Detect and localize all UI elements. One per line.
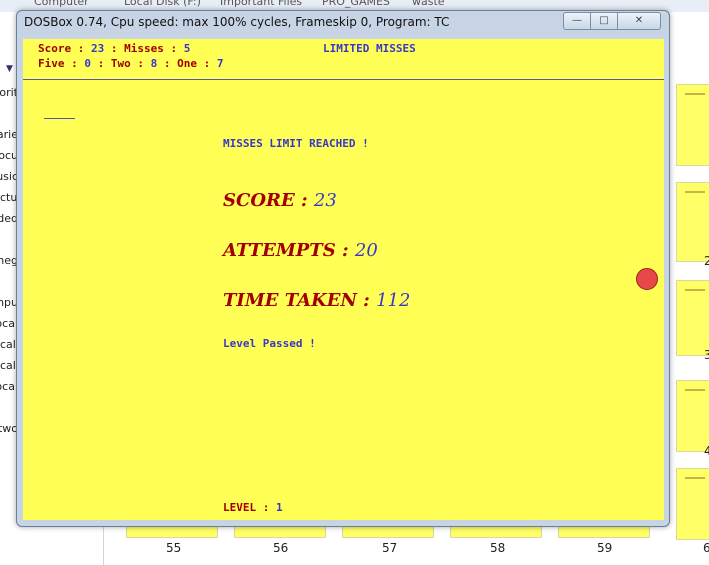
minimize-button[interactable]: —: [563, 12, 591, 30]
dosbox-window[interactable]: DOSBox 0.74, Cpu speed: max 100% cycles,…: [16, 10, 670, 527]
level-indicator: LEVEL : 1: [223, 501, 283, 514]
breadcrumb-item[interactable]: Important Files: [220, 0, 302, 8]
file-number: 58: [490, 541, 506, 555]
file-number: 59: [597, 541, 613, 555]
score-misses-line: Score : 23 : Misses : 5: [38, 42, 190, 55]
breadcrumb-item[interactable]: waste: [412, 0, 445, 8]
score-label: Score :: [38, 42, 91, 55]
misses-value: 5: [183, 42, 191, 55]
file-number: 55: [166, 541, 182, 555]
target-dot[interactable]: [636, 268, 658, 290]
mode-label: LIMITED MISSES: [323, 42, 416, 55]
breadcrumb-item[interactable]: PRO_GAMES: [322, 0, 390, 8]
file-number: 2: [704, 254, 709, 268]
final-score-value: 23: [313, 190, 337, 211]
breadcrumb-item[interactable]: Local Disk (F:): [124, 0, 201, 8]
short-line-marker: [44, 118, 75, 119]
one-value: 7: [216, 57, 224, 70]
chevron-down-icon[interactable]: ▼: [6, 64, 13, 74]
attempts: ATTEMPTS : 20: [223, 240, 378, 261]
window-title: DOSBox 0.74, Cpu speed: max 100% cycles,…: [24, 15, 450, 29]
explorer-file-area-edge: 2 3 4: [668, 12, 709, 565]
attempts-label: ATTEMPTS :: [223, 240, 355, 261]
game-screen[interactable]: Score : 23 : Misses : 5 LIMITED MISSES F…: [23, 39, 664, 520]
one-label: : One :: [157, 57, 217, 70]
two-label: : Two :: [90, 57, 151, 70]
file-number: 3: [704, 348, 709, 362]
hit-counts-line: Five : 0 : Two : 8 : One : 7: [38, 57, 223, 70]
file-thumbnail[interactable]: [676, 380, 709, 452]
file-thumbnail[interactable]: [676, 280, 709, 356]
five-value: 0: [84, 57, 91, 70]
time-taken-label: TIME TAKEN :: [223, 290, 377, 311]
level-value: 1: [275, 501, 283, 514]
close-button[interactable]: ✕: [617, 12, 661, 30]
misses-label: : Misses :: [104, 42, 184, 55]
misses-limit-message: MISSES LIMIT REACHED !: [223, 137, 369, 150]
file-number: 56: [273, 541, 289, 555]
breadcrumb-item[interactable]: Computer: [34, 0, 89, 8]
final-score: SCORE : 23: [223, 190, 337, 211]
file-thumbnail[interactable]: [676, 468, 709, 540]
file-number: 6: [703, 541, 709, 555]
file-thumbnail[interactable]: [676, 84, 709, 166]
file-thumbnail[interactable]: [676, 182, 709, 262]
attempts-value: 20: [354, 240, 378, 261]
maximize-button[interactable]: □: [590, 12, 618, 30]
time-taken-value: 112: [376, 290, 411, 311]
header-divider: [23, 79, 664, 80]
level-status: Level Passed !: [223, 337, 316, 350]
final-score-label: SCORE :: [223, 190, 314, 211]
score-value: 23: [90, 42, 105, 55]
file-number: 4: [704, 444, 709, 458]
time-taken: TIME TAKEN : 112: [223, 290, 410, 311]
level-label: LEVEL :: [223, 501, 276, 514]
five-label: Five :: [38, 57, 85, 70]
file-number: 57: [382, 541, 398, 555]
